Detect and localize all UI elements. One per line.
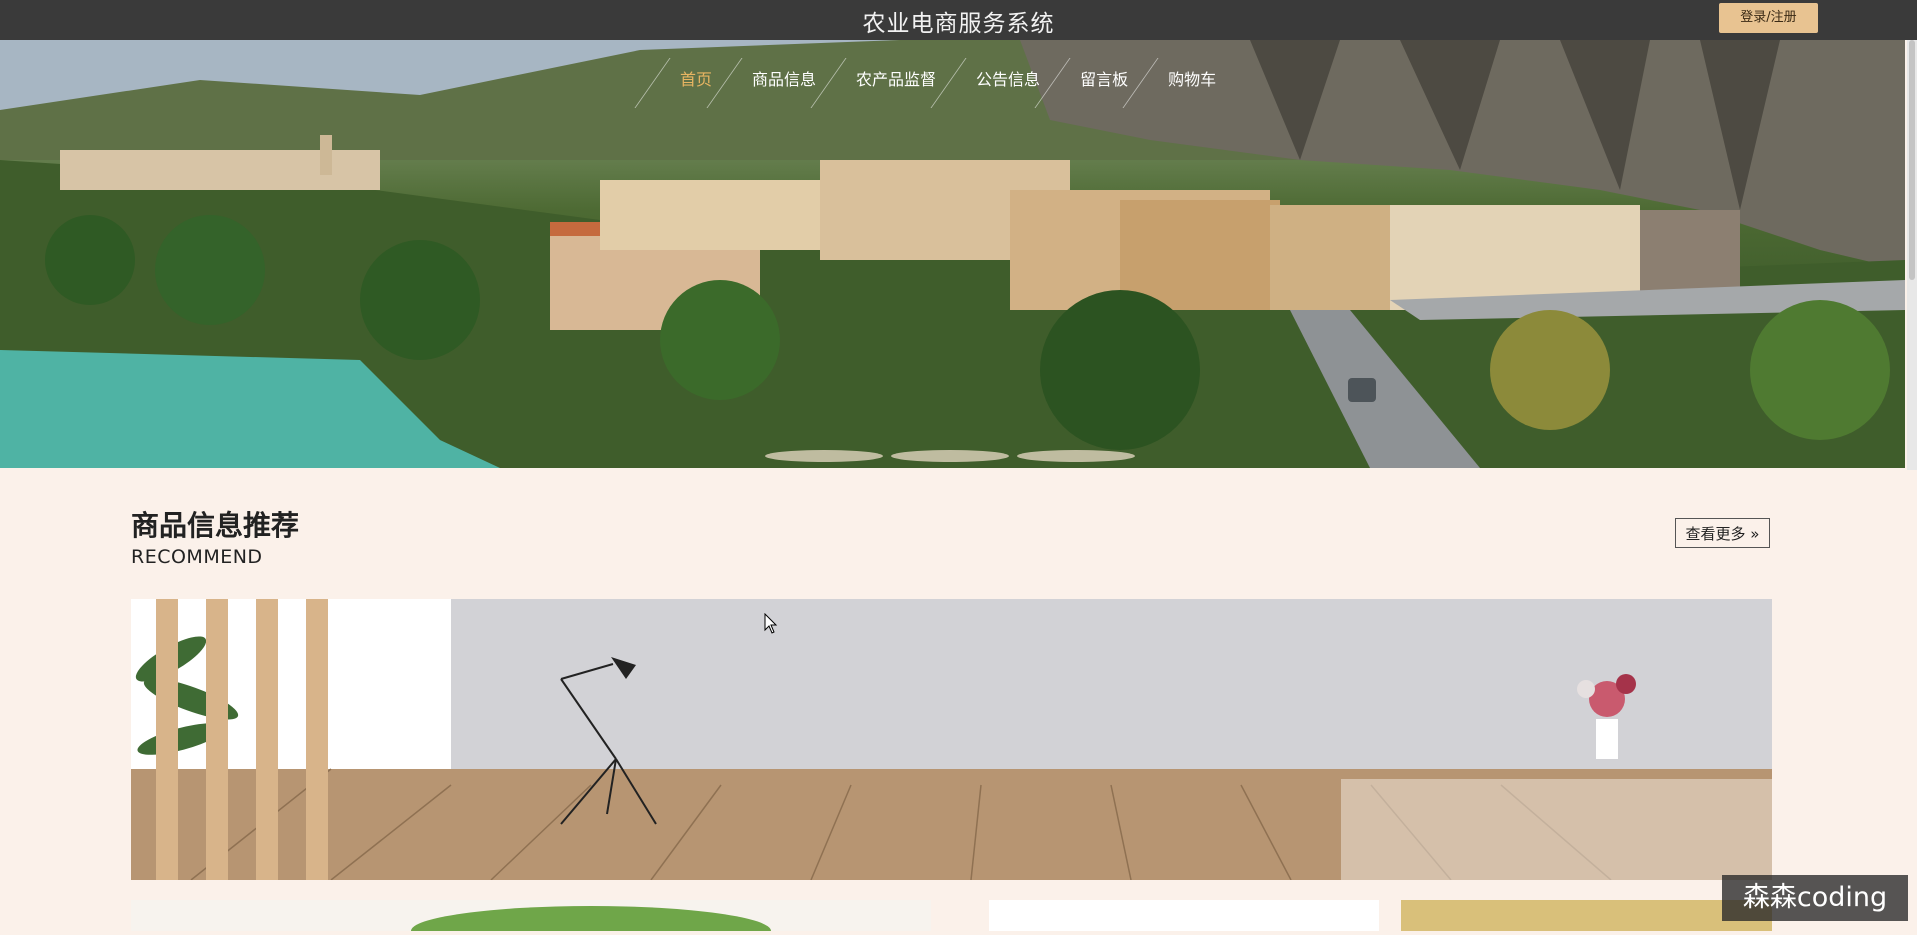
site-title: 农业电商服务系统	[862, 11, 1055, 37]
login-register-button[interactable]: 登录/注册	[1719, 3, 1818, 33]
page-scrollbar[interactable]	[1907, 40, 1917, 470]
mouse-cursor-icon	[764, 613, 778, 634]
section-subtitle: RECOMMEND	[131, 546, 263, 568]
view-more-button[interactable]: 查看更多 »	[1675, 518, 1770, 548]
section-title: 商品信息推荐	[131, 509, 300, 542]
nav-supervision[interactable]: 农产品监督	[840, 40, 952, 120]
interior-scene-image	[131, 599, 1772, 880]
carousel-dot[interactable]	[891, 450, 1009, 462]
main-nav: 首页 商品信息 农产品监督 公告信息 留言板 购物车	[660, 40, 1236, 120]
scrollbar-thumb[interactable]	[1909, 40, 1915, 280]
product-card-row	[131, 900, 1772, 935]
product-image	[411, 906, 771, 935]
nav-message-board[interactable]: 留言板	[1064, 40, 1144, 120]
carousel-indicators	[765, 450, 1135, 462]
nav-home[interactable]: 首页	[664, 40, 728, 120]
product-banner-image[interactable]	[131, 599, 1772, 880]
product-card[interactable]	[1401, 900, 1772, 931]
watermark-label: 森森coding	[1722, 875, 1908, 921]
carousel-dot[interactable]	[765, 450, 883, 462]
nav-products[interactable]: 商品信息	[736, 40, 832, 120]
carousel-dot[interactable]	[1017, 450, 1135, 462]
nav-cart[interactable]: 购物车	[1152, 40, 1232, 120]
product-card[interactable]	[989, 900, 1379, 931]
nav-announcements[interactable]: 公告信息	[960, 40, 1056, 120]
product-card[interactable]	[131, 900, 931, 935]
top-bar: 农业电商服务系统 登录/注册	[0, 0, 1917, 40]
